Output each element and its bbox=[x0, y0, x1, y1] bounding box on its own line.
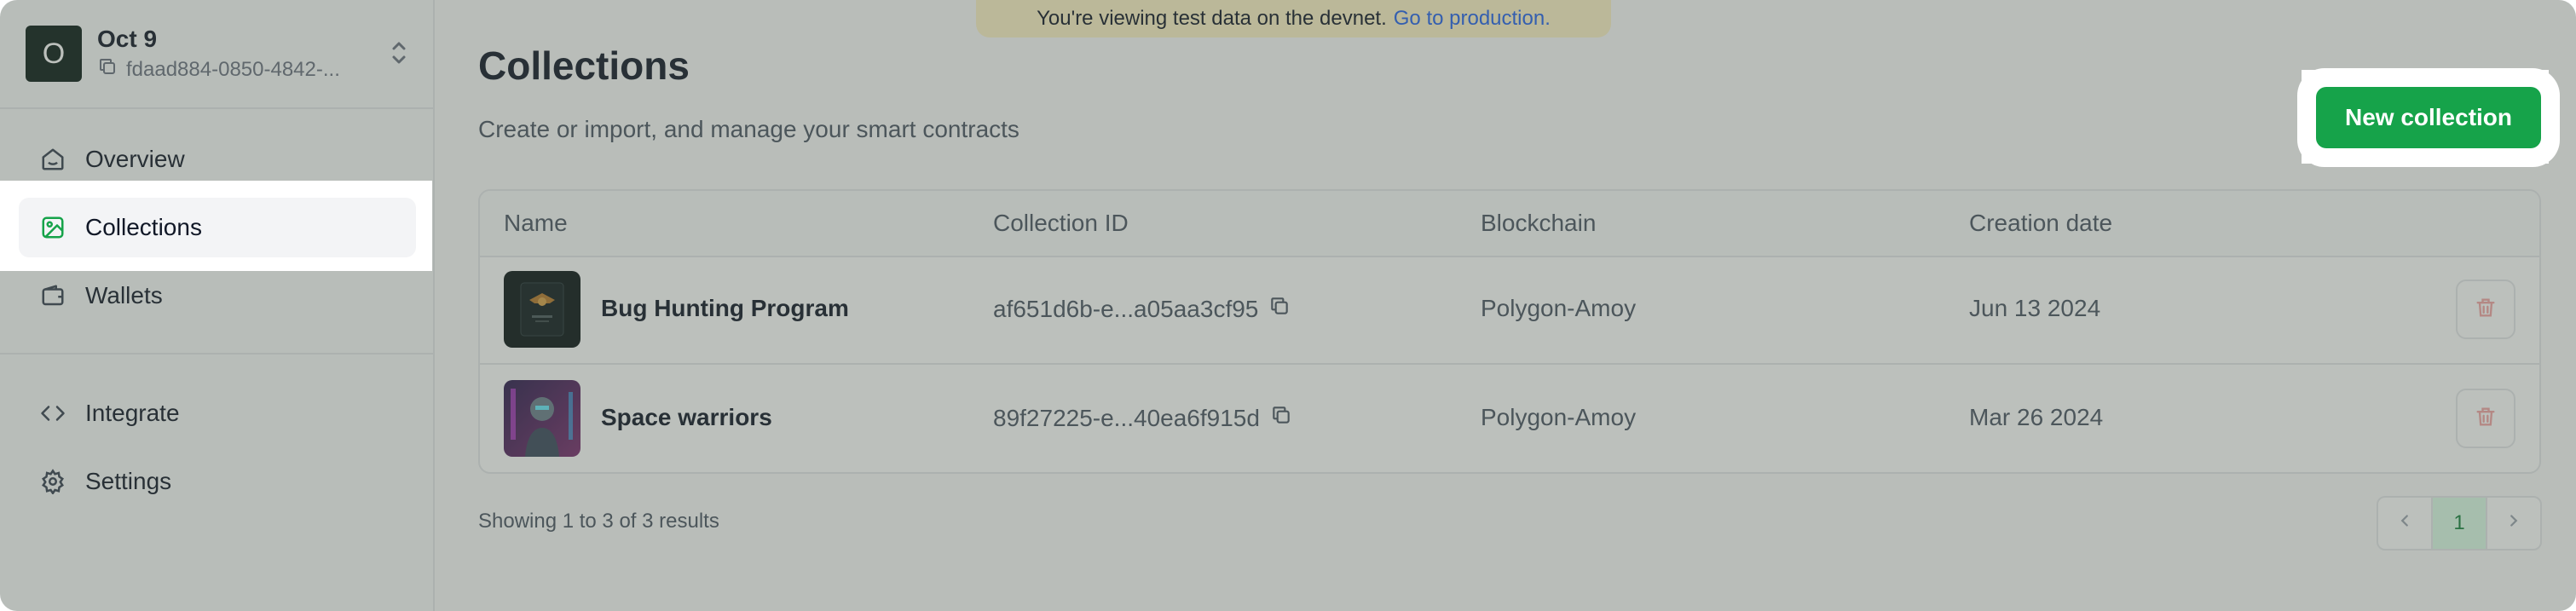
next-page-button[interactable] bbox=[2487, 498, 2540, 549]
delete-button[interactable] bbox=[2456, 389, 2515, 448]
project-switcher[interactable]: O Oct 9 fdaad884-0850-4842-... bbox=[26, 24, 435, 84]
sidebar-item-wallets[interactable]: Wallets bbox=[19, 266, 416, 326]
collections-table: Name Collection ID Blockchain Creation d… bbox=[478, 189, 2541, 474]
app-frame: O Oct 9 fdaad884-0850-4842-... Overview bbox=[0, 0, 2576, 611]
chevron-up-down-icon[interactable] bbox=[387, 36, 411, 70]
copy-icon[interactable] bbox=[1268, 295, 1291, 323]
creation-date: Mar 26 2024 bbox=[1969, 404, 2104, 430]
project-id: fdaad884-0850-4842-... bbox=[126, 57, 340, 81]
results-summary: Showing 1 to 3 of 3 results bbox=[478, 510, 719, 533]
collection-thumbnail bbox=[504, 271, 580, 348]
delete-button[interactable] bbox=[2456, 280, 2515, 339]
trash-icon bbox=[2474, 296, 2498, 324]
collection-name[interactable]: Space warriors bbox=[601, 404, 772, 431]
sidebar-item-label: Wallets bbox=[85, 282, 163, 308]
gear-icon bbox=[39, 468, 66, 495]
project-id-row: fdaad884-0850-4842-... bbox=[97, 56, 340, 83]
devnet-banner: You're viewing test data on the devnet. … bbox=[976, 0, 1611, 37]
sidebar-divider bbox=[0, 353, 435, 354]
chevron-right-icon bbox=[2504, 511, 2523, 536]
collection-thumbnail bbox=[504, 380, 580, 457]
sidebar-item-integrate[interactable]: Integrate bbox=[19, 383, 416, 443]
sidebar-divider bbox=[0, 107, 435, 109]
page-title: Collections bbox=[478, 43, 690, 88]
copy-icon[interactable] bbox=[1270, 404, 1292, 432]
column-header-name: Name bbox=[504, 210, 568, 236]
home-icon bbox=[39, 146, 66, 173]
table-row[interactable]: Bug Hunting Program af651d6b-e...a05aa3c… bbox=[480, 256, 2539, 365]
collection-id-text: af651d6b-e...a05aa3cf95 bbox=[993, 295, 1259, 322]
project-avatar: O bbox=[26, 26, 82, 82]
creation-date: Jun 13 2024 bbox=[1969, 295, 2101, 321]
prev-page-button[interactable] bbox=[2378, 498, 2431, 549]
page-subtitle: Create or import, and manage your smart … bbox=[478, 116, 1019, 142]
pagination: 1 bbox=[2377, 496, 2542, 550]
table-row[interactable]: Space warriors 89f27225-e...40ea6f915d P… bbox=[480, 365, 2539, 472]
wallet-icon bbox=[39, 282, 66, 309]
banner-text: You're viewing test data on the devnet. bbox=[1037, 7, 1387, 30]
project-name: Oct 9 bbox=[97, 26, 158, 52]
collection-id: af651d6b-e...a05aa3cf95 bbox=[993, 295, 1291, 323]
sidebar-item-collections-highlight[interactable]: Collections bbox=[19, 198, 416, 257]
sidebar-item-label: Collections bbox=[85, 214, 202, 240]
collection-id: 89f27225-e...40ea6f915d bbox=[993, 404, 1292, 432]
sidebar: O Oct 9 fdaad884-0850-4842-... Overview bbox=[0, 0, 435, 611]
table-header: Name Collection ID Blockchain Creation d… bbox=[480, 191, 2539, 257]
sidebar-item-settings[interactable]: Settings bbox=[19, 452, 416, 511]
go-to-production-link[interactable]: Go to production. bbox=[1394, 7, 1551, 31]
collection-name[interactable]: Bug Hunting Program bbox=[601, 295, 849, 322]
sidebar-item-label: Settings bbox=[85, 468, 172, 494]
sidebar-item-label: Integrate bbox=[85, 400, 180, 426]
new-collection-button[interactable]: New collection bbox=[2316, 87, 2541, 148]
column-header-blockchain: Blockchain bbox=[1481, 210, 1597, 236]
sidebar-item-label: Overview bbox=[85, 146, 185, 172]
page-1-button[interactable]: 1 bbox=[2431, 498, 2487, 549]
copy-icon[interactable] bbox=[97, 56, 118, 83]
column-header-collection-id: Collection ID bbox=[993, 210, 1129, 236]
blockchain: Polygon-Amoy bbox=[1481, 295, 1637, 321]
image-icon bbox=[39, 214, 66, 241]
trash-icon bbox=[2474, 405, 2498, 433]
chevron-left-icon bbox=[2395, 511, 2414, 536]
collection-id-text: 89f27225-e...40ea6f915d bbox=[993, 404, 1260, 431]
code-icon bbox=[39, 400, 66, 427]
blockchain: Polygon-Amoy bbox=[1481, 404, 1637, 430]
column-header-creation-date: Creation date bbox=[1969, 210, 2113, 236]
